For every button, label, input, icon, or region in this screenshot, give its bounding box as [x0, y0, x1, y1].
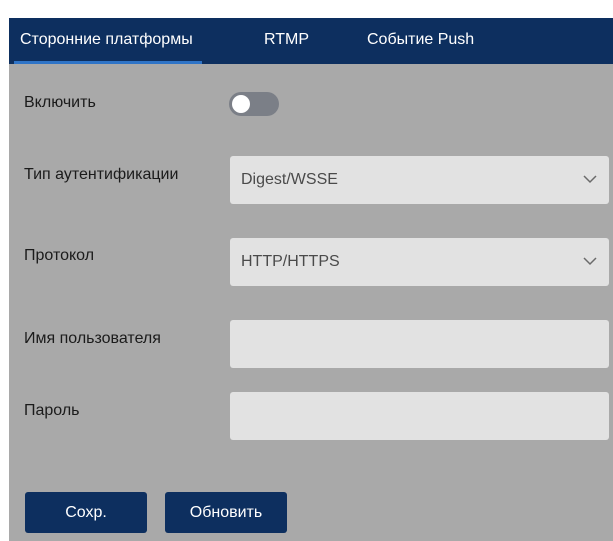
password-field[interactable] [230, 392, 609, 440]
auth-type-select[interactable]: Digest/WSSE [230, 156, 609, 204]
settings-panel: Включить Тип аутентификации Digest/WSSE … [9, 64, 613, 541]
tab-bar: Сторонние платформы RTMP Событие Push [9, 18, 613, 64]
chevron-down-icon [583, 257, 597, 266]
toggle-knob [232, 95, 250, 113]
enable-toggle[interactable] [229, 92, 279, 116]
enable-label: Включить [24, 94, 96, 111]
username-field[interactable] [230, 320, 609, 368]
chevron-down-icon [583, 175, 597, 184]
protocol-label: Протокол [24, 247, 95, 264]
tab-third-party-platforms[interactable]: Сторонние платформы [14, 18, 202, 64]
protocol-select[interactable]: HTTP/HTTPS [230, 238, 609, 286]
settings-frame: Сторонние платформы RTMP Событие Push Вк… [0, 0, 613, 541]
password-label: Пароль [24, 402, 80, 419]
auth-type-label: Тип аутентификации [24, 166, 179, 183]
refresh-button[interactable]: Обновить [165, 492, 287, 533]
username-label: Имя пользователя [24, 330, 161, 347]
save-button[interactable]: Сохр. [25, 492, 147, 533]
protocol-value: HTTP/HTTPS [241, 253, 340, 270]
tab-event-push[interactable]: Событие Push [367, 18, 474, 64]
tab-rtmp[interactable]: RTMP [264, 18, 309, 64]
auth-type-value: Digest/WSSE [241, 171, 338, 188]
